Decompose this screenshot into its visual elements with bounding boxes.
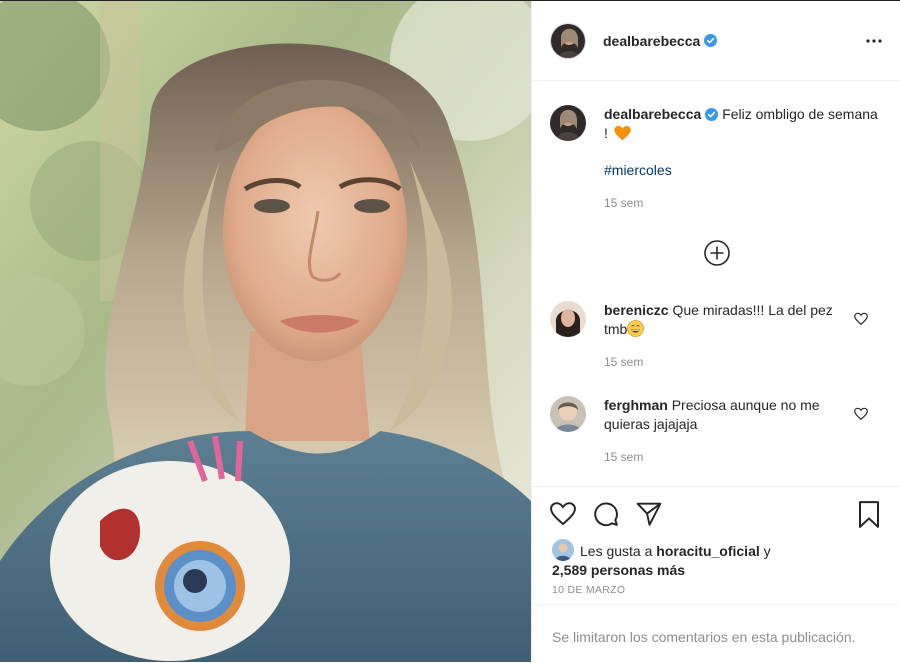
comments-section: dealbarebecca Feliz ombligo de semana ! … — [532, 81, 900, 486]
comment-like-heart-icon[interactable] — [854, 407, 868, 421]
comment-bubble-icon[interactable] — [591, 499, 621, 529]
caption-author-avatar[interactable] — [550, 105, 586, 141]
caption-hashtag-link[interactable]: #miercoles — [604, 161, 884, 180]
comment-timestamp[interactable]: 15 sem — [604, 353, 854, 372]
comment-like-heart-icon[interactable] — [854, 312, 868, 326]
post-date[interactable]: 10 DE MARZO — [552, 584, 625, 596]
comment-item: ferghman Preciosa aunque no me quieras j… — [550, 396, 884, 467]
post-side-panel: dealbarebecca dealbarebecca Feliz omblig… — [531, 1, 900, 662]
commenter-avatar[interactable] — [550, 301, 586, 337]
author-avatar[interactable] — [550, 22, 586, 59]
comment-timestamp[interactable]: 15 sem — [604, 448, 854, 467]
save-bookmark-icon[interactable] — [854, 499, 884, 529]
commenter-username[interactable]: ferghman — [604, 397, 668, 413]
grinning-face-icon — [627, 320, 645, 337]
caption-timestamp[interactable]: 15 sem — [604, 194, 884, 213]
post-photo[interactable] — [0, 1, 531, 662]
load-more-comments-icon[interactable] — [703, 239, 731, 267]
post-actions-section: Les gusta a horacitu_oficial y 2,589 per… — [532, 486, 900, 662]
orange-heart-icon — [614, 126, 631, 141]
post-photo-image — [0, 1, 531, 662]
likes-others-link[interactable]: 2,589 personas más — [552, 562, 685, 578]
instagram-post-view: dealbarebecca dealbarebecca Feliz omblig… — [0, 0, 900, 662]
comment-item: bereniczc Que miradas!!! La del pez tmb … — [550, 301, 884, 372]
post-header: dealbarebecca — [532, 1, 900, 81]
likes-summary: Les gusta a horacitu_oficial y 2,589 per… — [552, 539, 884, 580]
like-heart-icon[interactable] — [548, 499, 578, 529]
more-options-icon[interactable] — [864, 31, 884, 51]
verified-badge-icon — [704, 34, 718, 47]
liker-avatar[interactable] — [552, 539, 574, 561]
comments-limited-notice: Se limitaron los comentarios en esta pub… — [532, 604, 900, 663]
commenter-username[interactable]: bereniczc — [604, 302, 669, 318]
likes-prefix: Les gusta a — [580, 543, 653, 559]
post-caption: dealbarebecca Feliz ombligo de semana ! … — [550, 105, 884, 213]
liker-username[interactable]: horacitu_oficial — [656, 543, 759, 559]
action-icon-row — [548, 499, 884, 529]
likes-connector: y — [763, 543, 771, 559]
caption-username[interactable]: dealbarebecca — [604, 106, 701, 122]
share-paper-plane-icon[interactable] — [634, 499, 664, 529]
verified-badge-icon — [705, 108, 719, 121]
author-username[interactable]: dealbarebecca — [603, 33, 700, 49]
commenter-avatar[interactable] — [550, 396, 586, 432]
